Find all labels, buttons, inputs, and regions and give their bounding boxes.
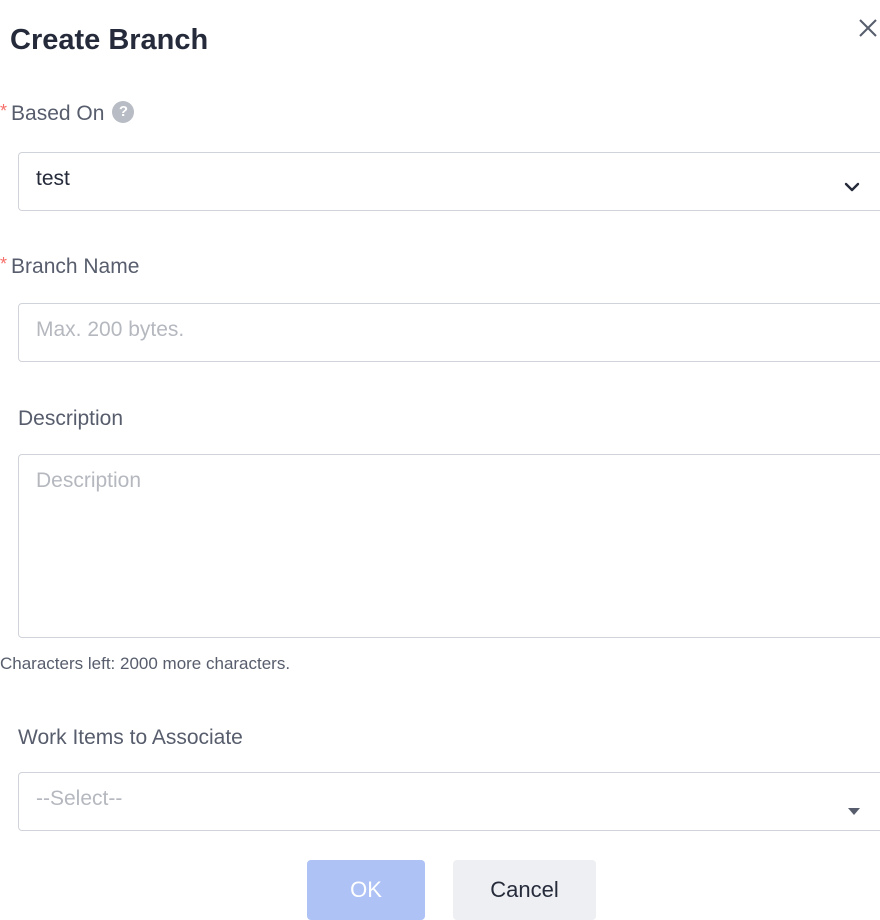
work-items-select[interactable]: --Select--	[18, 772, 880, 831]
based-on-select[interactable]: test	[18, 152, 880, 211]
description-label: Description	[18, 407, 124, 430]
question-circle-icon[interactable]: ?	[112, 101, 135, 124]
close-icon[interactable]	[856, 16, 880, 40]
branch-name-placeholder: Max. 200 bytes.	[36, 318, 185, 341]
branch-name-input[interactable]: Max. 200 bytes.	[18, 303, 880, 362]
create-branch-dialog: Create Branch * Based On? test * Branch Na…	[0, 0, 880, 920]
chevron-down-icon	[844, 175, 860, 199]
description-placeholder: Description	[36, 469, 142, 492]
required-marker: *	[0, 101, 8, 121]
based-on-label-text: Based On	[11, 102, 105, 125]
cancel-button[interactable]: Cancel	[453, 860, 596, 920]
branch-name-label-text: Branch Name	[11, 255, 140, 278]
based-on-label: * Based On?	[0, 100, 135, 128]
description-textarea[interactable]: Description	[18, 454, 880, 638]
description-char-counter: Characters left: 2000 more characters.	[0, 654, 291, 673]
branch-name-label: * Branch Name	[0, 253, 139, 281]
ok-button[interactable]: OK	[307, 860, 425, 920]
based-on-value: test	[36, 167, 70, 190]
caret-down-icon	[848, 798, 860, 822]
work-items-placeholder: --Select--	[36, 787, 123, 810]
required-marker: *	[0, 254, 8, 274]
work-items-label: Work Items to Associate	[18, 726, 243, 749]
dialog-title: Create Branch	[10, 24, 209, 56]
